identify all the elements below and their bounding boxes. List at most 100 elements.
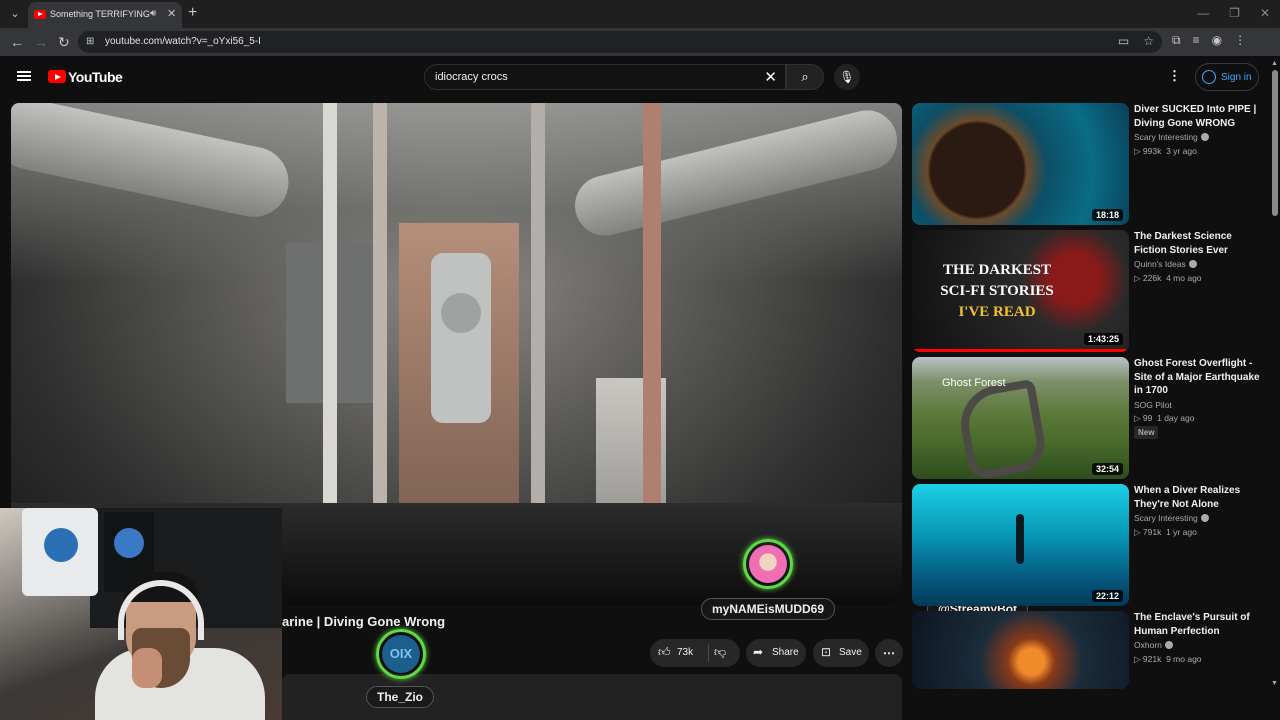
recommendation-title[interactable]: Ghost Forest Overflight - Site of a Majo… [1134,357,1262,398]
browser-tab[interactable]: Something TERRIFYING Dis 🔊︎ ✕ [28,2,182,28]
video-frame-hatch [431,253,491,423]
thumb-line: I'VE READ [958,304,1036,320]
verified-icon [1188,260,1197,268]
video-duration: 32:54 [1091,463,1123,475]
back-icon[interactable]: ← [10,34,24,50]
account-icon [1202,70,1216,84]
thumb-line: THE DARKEST [943,262,1051,278]
site-info-icon[interactable]: ⊞ [86,36,98,48]
upload-age: 4 mo ago [1166,273,1202,283]
search-button[interactable]: ⌕ [786,64,824,90]
clear-search-icon[interactable]: ✕ [764,68,777,86]
settings-more-icon[interactable]: ⋮ [1168,68,1181,84]
recommendation-title[interactable]: The Enclave's Pursuit of Human Perfectio… [1134,611,1262,638]
voice-search-button[interactable]: 🎙︎ [834,64,860,90]
media-controls-icon[interactable]: ≡ [1193,33,1200,48]
like-count[interactable]: 73k [677,647,693,658]
share-button[interactable]: ➦ Share [746,639,806,667]
recommendation-title[interactable]: Diver SUCKED Into PIPE | Diving Gone WRO… [1134,103,1262,130]
tab-search-icon[interactable]: ⌄ [6,5,24,23]
video-thumbnail[interactable]: 22:12 [912,484,1129,606]
youtube-logo-icon[interactable] [48,70,66,83]
browser-toolbar: ← → ↻ ⊞ youtube.com/watch?v=_oYxi56_5-I … [0,28,1280,56]
search-query: idiocracy crocs [435,71,508,83]
view-count: 791k [1142,527,1162,537]
recommendation-item[interactable]: Ghost Forest 32:54 Ghost Forest Overflig… [912,357,1262,479]
video-meta: ▷ 921k 9 mo ago [1134,654,1202,664]
microphone-icon: 🎙︎ [839,70,855,84]
speaker-icon[interactable]: 🔊︎ [150,8,156,19]
thumbnail-diver [1016,514,1024,564]
youtube-wordmark[interactable]: YouTube [68,69,123,85]
streamer-name-label: The_Zio [366,686,435,708]
shirt-art [44,528,78,562]
video-thumbnail[interactable]: Ghost Forest 32:54 [912,357,1129,479]
scrollbar-thumb[interactable] [1272,70,1278,216]
new-tab-icon[interactable]: + [188,4,197,22]
restore-icon[interactable]: ❐ [1229,6,1240,20]
avatar-face [749,545,787,583]
more-actions-button[interactable]: ⋯ [875,639,903,667]
verified-icon [1164,641,1173,649]
video-duration: 22:12 [1091,590,1123,602]
upload-age: 9 mo ago [1166,654,1202,664]
window-controls: — ❐ ✕ [1197,6,1270,20]
tab-title: Something TERRIFYING Dis [50,9,150,19]
scroll-down-icon[interactable]: ▼ [1271,680,1278,687]
channel-name[interactable]: Quinn's Ideas [1134,259,1197,269]
viewer-name-label: myNAMEisMUDD69 [701,598,836,620]
forward-icon[interactable]: → [34,34,48,50]
bookmark-star-icon[interactable]: ☆ [1143,34,1154,48]
dislike-icon[interactable]: 👎︎ [714,645,726,660]
video-thumbnail[interactable]: 18:18 [912,103,1129,225]
menu-icon[interactable] [17,71,31,81]
like-icon[interactable]: 👍︎ [658,645,671,660]
channel-name[interactable]: Scary Interesting [1134,513,1209,523]
view-count: 99 [1142,413,1153,423]
recommendation-item[interactable]: THE DARKEST SCI-FI STORIES I'VE READ 1:4… [912,230,1262,352]
like-dislike-group: 👍︎ 73k 👎︎ [650,639,740,667]
save-icon: ⊡ [821,645,832,659]
scroll-up-icon[interactable]: ▲ [1271,60,1278,67]
thumbnail-text: Ghost Forest [942,377,1006,389]
shirt-art [114,528,144,558]
reload-icon[interactable]: ↻ [58,34,70,51]
view-count: 993k [1142,146,1162,156]
browser-menu-icon[interactable]: ⋮ [1234,33,1246,48]
recommendation-item[interactable]: 22:12 When a Diver Realizes They're Not … [912,484,1262,606]
upload-age: 1 day ago [1157,413,1195,423]
video-duration: 18:18 [1091,209,1123,221]
share-label: Share [772,647,799,658]
video-meta: ▷ 993k 3 yr ago [1134,146,1197,156]
save-button[interactable]: ⊡ Save [813,639,869,667]
tab-close-icon[interactable]: ✕ [167,7,176,20]
video-thumbnail[interactable] [912,611,1129,689]
watch-progress-bar [912,349,1129,352]
channel-name[interactable]: SOG Pilot [1134,400,1172,410]
recommendation-item[interactable]: The Enclave's Pursuit of Human Perfectio… [912,611,1262,720]
channel-name[interactable]: Oxhorn [1134,640,1173,650]
sign-in-label: Sign in [1221,72,1252,83]
video-meta: ▷ 226k 4 mo ago [1134,273,1202,283]
search-input[interactable]: idiocracy crocs ✕ [424,64,786,90]
window-close-icon[interactable]: ✕ [1260,6,1270,20]
channel-name[interactable]: Scary Interesting [1134,132,1209,142]
recommendation-title[interactable]: When a Diver Realizes They're Not Alone [1134,484,1262,511]
minimize-icon[interactable]: — [1197,6,1209,20]
cast-icon[interactable]: ▭ [1118,34,1129,48]
sign-in-button[interactable]: Sign in [1195,63,1259,91]
verified-icon [1200,514,1209,522]
video-meta: ▷ 791k 1 yr ago [1134,527,1197,537]
streamer-webcam [0,508,282,720]
like-separator [708,644,709,662]
recommendation-title[interactable]: The Darkest Science Fiction Stories Ever [1134,230,1262,257]
search-icon: ⌕ [801,69,809,84]
address-bar[interactable]: ⊞ youtube.com/watch?v=_oYxi56_5-I ▭ ☆ [78,31,1162,53]
video-thumbnail[interactable]: THE DARKEST SCI-FI STORIES I'VE READ 1:4… [912,230,1129,352]
profile-icon[interactable]: ◉ [1212,33,1222,48]
video-meta: ▷ 99 1 day ago [1134,413,1195,423]
streamer-avatar: OIX [376,629,426,679]
extensions-icon[interactable]: ⧉ [1172,33,1181,48]
view-count: 226k [1142,273,1162,283]
recommendation-item[interactable]: 18:18 Diver SUCKED Into PIPE | Diving Go… [912,103,1262,225]
